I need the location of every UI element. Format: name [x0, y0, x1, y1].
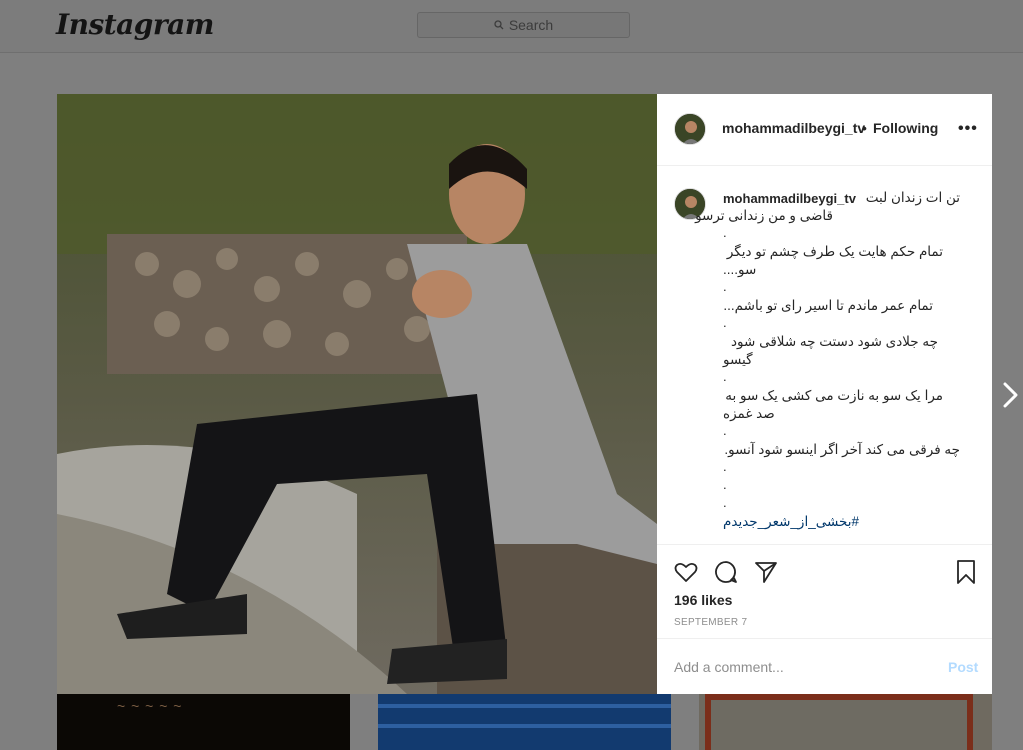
grid-thumbnail[interactable] — [378, 694, 671, 750]
caption-line: تن ات زندان لبت — [865, 190, 960, 205]
search-placeholder: Search — [508, 17, 554, 33]
heart-icon[interactable] — [673, 559, 699, 585]
top-navigation-bar: Instagram Search — [0, 0, 1023, 53]
post-details-panel: mohammadilbeygi_tv • Following ••• moham… — [657, 94, 992, 694]
grid-thumbnail[interactable]: ~ ~ ~ ~ ~ — [57, 694, 350, 750]
caption-line: سو.... — [723, 262, 757, 277]
caption-line: . — [723, 225, 727, 240]
separator-dot: • — [862, 120, 867, 136]
bookmark-icon[interactable] — [953, 559, 979, 585]
share-icon[interactable] — [753, 559, 779, 585]
comment-icon[interactable] — [713, 559, 739, 585]
instagram-logo[interactable]: Instagram — [56, 8, 214, 41]
comment-input[interactable]: Add a comment... — [674, 659, 784, 675]
caption-line: مرا یک سو به نازت می کشی یک سو به — [725, 388, 943, 403]
caption-line: . — [723, 477, 727, 492]
caption-line: گیسو — [723, 352, 753, 367]
like-count[interactable]: 196 likes — [674, 592, 732, 608]
caption-area: mohammadilbeygi_tv تن ات زندان لبت قاضی … — [657, 166, 992, 542]
caption-line: . — [723, 369, 727, 384]
avatar[interactable] — [674, 113, 706, 145]
grid-thumbnail[interactable] — [699, 694, 992, 750]
profile-grid: ~ ~ ~ ~ ~ — [57, 694, 992, 750]
caption-line: چه فرقی می کند آخر اگر اینسو شود آنسو. — [724, 442, 960, 457]
following-button[interactable]: Following — [873, 120, 938, 136]
post-header: mohammadilbeygi_tv • Following ••• — [657, 94, 992, 166]
caption-line: . — [723, 459, 727, 474]
caption-line: . — [723, 423, 727, 438]
post-author-username[interactable]: mohammadilbeygi_tv — [722, 120, 865, 136]
search-input[interactable]: Search — [417, 12, 630, 38]
caption-username[interactable]: mohammadilbeygi_tv — [723, 191, 856, 206]
add-comment-bar: Add a comment... Post — [657, 638, 992, 695]
caption-line: . — [723, 279, 727, 294]
search-icon — [494, 20, 504, 30]
caption-line: صد غمزه — [723, 406, 775, 421]
post-date: SEPTEMBER 7 — [674, 617, 748, 628]
more-options-icon[interactable]: ••• — [958, 120, 978, 138]
thumbnail-calligraphy: ~ ~ ~ ~ ~ — [117, 698, 183, 714]
chevron-right-icon[interactable] — [1000, 380, 1022, 410]
post-comment-button[interactable]: Post — [948, 659, 978, 675]
caption-line: چه جلادی شود دستت چه شلاقی شود — [731, 334, 938, 349]
post-photo[interactable] — [57, 94, 657, 694]
caption-line: . — [723, 495, 727, 510]
post-actions: 196 likes SEPTEMBER 7 — [657, 544, 992, 639]
caption-line: قاضی و من زندانی ترسو — [695, 208, 833, 223]
hashtag-link[interactable]: #بخشی_از_شعر_جدیدم — [723, 514, 859, 530]
caption-line: تمام عمر ماندم تا اسیر رای تو باشم... — [723, 298, 933, 313]
post-image — [57, 94, 657, 694]
caption-line: . — [723, 315, 727, 330]
caption-line: تمام حکم هایت یک طرف چشم تو دیگر — [726, 244, 943, 259]
